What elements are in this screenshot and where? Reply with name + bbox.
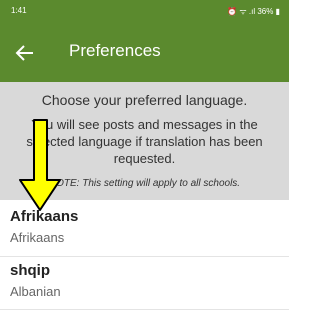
- app-bar: Preferences: [0, 22, 289, 82]
- status-time: 1:41: [11, 6, 27, 15]
- info-heading: Choose your preferred language.: [41, 92, 248, 108]
- info-body: You will see posts and messages in the s…: [26, 117, 263, 166]
- language-item-afrikaans[interactable]: Afrikaans Afrikaans: [0, 204, 289, 256]
- info-note: NOTE: This setting will apply to all sch…: [48, 178, 241, 189]
- language-english-name: Afrikaans: [10, 230, 65, 245]
- status-icons: ⏰ ᯤ .ıl 36% ▮: [227, 7, 280, 16]
- back-button[interactable]: [12, 40, 38, 66]
- language-native-name: Afrikaans: [10, 208, 79, 225]
- language-info-panel: Choose your preferred language. You will…: [0, 82, 289, 200]
- status-bar: 1:41 ⏰ ᯤ .ıl 36% ▮: [0, 0, 289, 22]
- language-english-name: Albanian: [10, 284, 61, 299]
- arrow-left-icon: [15, 45, 33, 61]
- page-title: Preferences: [69, 41, 161, 60]
- language-item-albanian[interactable]: shqip Albanian: [0, 258, 289, 310]
- language-native-name: shqip: [10, 262, 50, 279]
- divider: [0, 256, 289, 257]
